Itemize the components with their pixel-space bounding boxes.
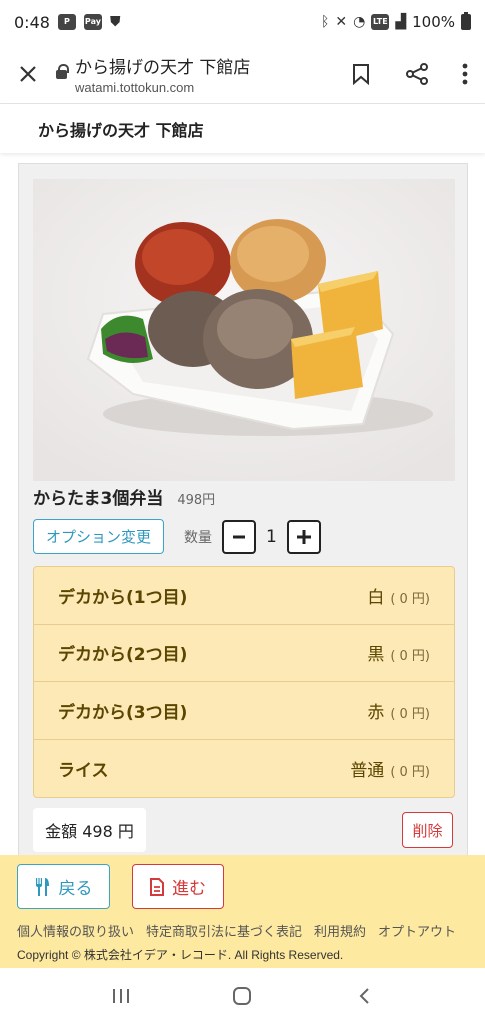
option-item[interactable]: ライス 普通 ( 0 円) <box>34 740 454 798</box>
commerce-law-link[interactable]: 特定商取引法に基づく表記 <box>146 921 302 940</box>
share-button[interactable] <box>389 44 445 104</box>
back-button[interactable]: 戻る <box>17 864 110 909</box>
bookmark-icon <box>353 63 369 85</box>
bookmark-button[interactable] <box>333 44 389 104</box>
option-price: ( 0 円) <box>390 764 430 780</box>
document-icon <box>150 877 164 896</box>
mute-icon: ✕ <box>335 14 348 30</box>
minus-icon <box>233 535 245 538</box>
back-button-label: 戻る <box>58 879 93 899</box>
home-icon <box>233 987 252 1005</box>
option-value: 白 <box>367 587 385 608</box>
plus-icon <box>296 529 311 544</box>
option-name: ライス <box>58 760 109 781</box>
opt-out-link[interactable]: オプトアウト <box>378 921 456 940</box>
bluetooth-icon: ᛒ <box>320 14 330 30</box>
more-vert-icon <box>462 63 468 84</box>
chevron-left-icon <box>359 988 369 1004</box>
delete-button[interactable]: 削除 <box>402 812 453 848</box>
product-name: からたま3個弁当 <box>33 489 164 509</box>
wifi-icon: ◔ <box>353 14 366 30</box>
option-value: 赤 <box>367 702 385 723</box>
paypay-icon: P <box>57 14 76 30</box>
footer-links: 個人情報の取り扱い 特定商取引法に基づく表記 利用規約 オプトアウト <box>17 921 456 940</box>
close-icon <box>20 65 36 82</box>
option-name: デカから(1つ目) <box>58 587 188 608</box>
close-tab-button[interactable] <box>0 44 56 104</box>
product-price: 498円 <box>177 493 216 508</box>
footer: 戻る 進む 個人情報の取り扱い 特定商取引法に基づく表記 利用規約 オプトアウト… <box>0 855 485 968</box>
status-bar: 0:48 P Pay ⛊ ᛒ ✕ ◔ LTE ▟ 100% <box>0 0 485 44</box>
option-name: デカから(3つ目) <box>58 702 188 723</box>
back-nav-button[interactable] <box>344 976 384 1016</box>
site-header: から揚げの天才 下館店 <box>0 105 485 153</box>
product-card: からたま3個弁当 498円 オプション変更 数量 1 デカから(1つ目) 白 (… <box>18 163 468 855</box>
pay-icon: Pay <box>83 14 102 30</box>
battery-percent: 100% <box>412 13 455 31</box>
home-button[interactable] <box>222 976 262 1016</box>
shield-icon: ⛊ <box>109 14 121 30</box>
volte-icon: LTE <box>371 14 390 30</box>
browser-toolbar: から揚げの天才 下館店 watami.tottokun.com <box>0 44 485 104</box>
share-icon <box>406 62 428 85</box>
quantity-value: 1 <box>266 526 277 547</box>
option-name: デカから(2つ目) <box>58 645 188 666</box>
next-button[interactable]: 進む <box>132 864 224 909</box>
quantity-decrease-button[interactable] <box>222 519 256 554</box>
product-photo <box>33 179 455 481</box>
option-list: デカから(1つ目) 白 ( 0 円) デカから(2つ目) 黒 ( 0 円) デカ… <box>33 566 455 798</box>
next-button-label: 進む <box>172 879 206 899</box>
recent-apps-button[interactable] <box>101 976 141 1016</box>
total-amount: 金額 498 円 <box>33 808 146 852</box>
option-value: 黒 <box>367 645 385 666</box>
quantity-increase-button[interactable] <box>286 519 321 554</box>
option-quantity-row: オプション変更 数量 1 <box>33 519 321 554</box>
status-time: 0:48 <box>14 12 50 32</box>
option-price: ( 0 円) <box>390 591 430 607</box>
url-bar[interactable]: から揚げの天才 下館店 watami.tottokun.com <box>56 53 333 95</box>
terms-link[interactable]: 利用規約 <box>314 921 366 940</box>
quantity-label: 数量 <box>184 529 212 546</box>
browser-page-title: から揚げの天才 下館店 <box>75 57 251 78</box>
system-nav-bar <box>0 968 485 1024</box>
copyright: Copyright © 株式会社イデア・レコード. All Rights Res… <box>17 948 344 962</box>
change-option-button[interactable]: オプション変更 <box>33 519 164 554</box>
option-price: ( 0 円) <box>390 649 430 665</box>
option-price: ( 0 円) <box>390 706 430 722</box>
signal-icon: ▟ <box>395 14 407 30</box>
browser-domain: watami.tottokun.com <box>75 79 195 95</box>
store-title: から揚げの天才 下館店 <box>38 121 204 140</box>
option-item[interactable]: デカから(1つ目) 白 ( 0 円) <box>34 567 454 625</box>
more-menu-button[interactable] <box>445 44 485 104</box>
lock-icon <box>56 63 69 83</box>
option-item[interactable]: デカから(3つ目) 赤 ( 0 円) <box>34 682 454 740</box>
recent-apps-icon <box>112 989 129 1003</box>
restaurant-icon <box>35 877 49 896</box>
battery-icon <box>461 12 471 30</box>
option-value: 普通 <box>350 760 385 781</box>
bento-illustration <box>33 179 455 481</box>
privacy-link[interactable]: 個人情報の取り扱い <box>17 921 134 940</box>
option-item[interactable]: デカから(2つ目) 黒 ( 0 円) <box>34 625 454 682</box>
product-info: からたま3個弁当 498円 <box>33 484 215 509</box>
